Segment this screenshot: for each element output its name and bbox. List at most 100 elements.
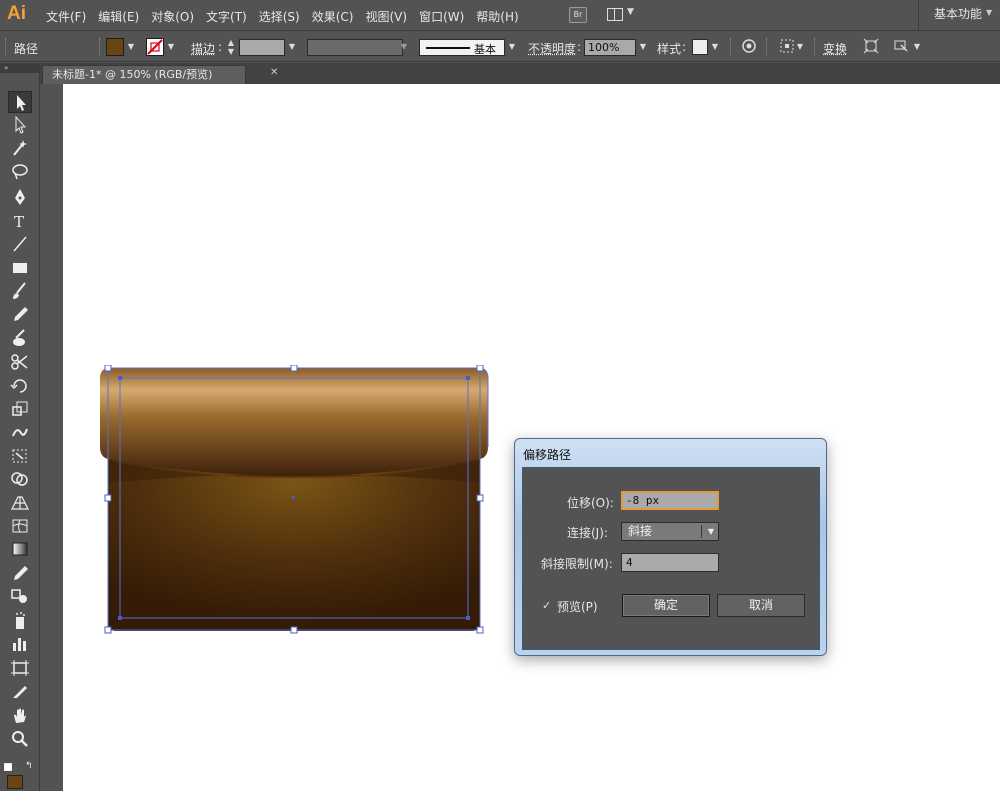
mesh-icon xyxy=(12,519,28,533)
variable-width-profile[interactable] xyxy=(307,39,403,56)
menu-view[interactable]: 视图(V) xyxy=(365,8,407,25)
hand-tool[interactable] xyxy=(8,705,32,727)
menu-effect[interactable]: 效果(C) xyxy=(312,8,354,25)
menu-type[interactable]: 文字(T) xyxy=(206,8,247,25)
tools-panel: » T ↰ xyxy=(0,63,40,791)
document-tab-title: 未标题-1* @ 150% (RGB/预览) xyxy=(52,68,213,81)
free-transform-tool[interactable] xyxy=(8,445,32,467)
shape-builder-tool[interactable] xyxy=(8,468,32,490)
fill-color-swatch[interactable] xyxy=(106,38,124,56)
selected-artwork[interactable] xyxy=(96,365,492,637)
stroke-weight-stepper[interactable]: ▲ ▼ xyxy=(225,38,237,56)
lasso-icon xyxy=(12,164,28,180)
document-tab[interactable]: 未标题-1* @ 150% (RGB/预览) xyxy=(42,65,246,84)
warp-tool[interactable] xyxy=(8,421,32,443)
ok-button[interactable]: 确定 xyxy=(622,594,710,617)
opacity-field[interactable]: 100% xyxy=(584,39,636,56)
menu-bar: Ai 文件(F) 编辑(E) 对象(O) 文字(T) 选择(S) 效果(C) 视… xyxy=(0,0,1000,31)
pencil-tool[interactable] xyxy=(8,303,32,325)
swap-colors-icon[interactable]: ↰ xyxy=(25,761,33,771)
menu-select[interactable]: 选择(S) xyxy=(259,8,300,25)
chevron-down-icon[interactable]: ▼ xyxy=(911,38,923,56)
stroke-none-swatch[interactable] xyxy=(146,38,164,56)
panel-divider xyxy=(730,38,732,56)
type-tool[interactable]: T xyxy=(8,210,32,232)
isolate-icon[interactable] xyxy=(862,38,880,56)
chevron-down-icon: ▼ xyxy=(707,527,714,536)
symbol-sprayer-icon xyxy=(16,612,25,629)
menu-help[interactable]: 帮助(H) xyxy=(476,8,518,25)
scissors-tool[interactable] xyxy=(8,351,32,373)
chevron-down-icon[interactable]: ▼ xyxy=(125,38,137,56)
opacity-label[interactable]: 不透明度 xyxy=(528,40,576,57)
artboard-tool[interactable] xyxy=(8,657,32,679)
close-icon[interactable]: ✕ xyxy=(270,67,278,78)
transform-link[interactable]: 变换 xyxy=(823,40,847,57)
direct-selection-tool[interactable] xyxy=(8,114,32,136)
recolor-artwork-icon[interactable] xyxy=(740,38,758,56)
mesh-tool[interactable] xyxy=(8,515,32,537)
dialog-title: 偏移路径 xyxy=(523,448,572,462)
blend-tool[interactable] xyxy=(8,585,32,607)
perspective-grid-tool[interactable] xyxy=(8,492,32,514)
stroke-label[interactable]: 描边 xyxy=(191,40,215,57)
zoom-tool[interactable] xyxy=(8,728,32,750)
bridge-button[interactable]: Br xyxy=(569,7,587,23)
cancel-button[interactable]: 取消 xyxy=(717,594,805,617)
artboard-icon xyxy=(11,660,29,676)
fill-stroke-swatches[interactable]: ↰ xyxy=(4,761,36,789)
preview-label[interactable]: 预览(P) xyxy=(557,598,598,615)
app-logo: Ai xyxy=(7,3,26,24)
chevron-down-icon[interactable]: ▼ xyxy=(709,38,721,56)
menu-edit[interactable]: 编辑(E) xyxy=(98,8,139,25)
gradient-icon xyxy=(12,542,28,556)
brush-definition-field[interactable]: 基本 xyxy=(419,39,505,56)
preview-checkbox[interactable]: ✓ xyxy=(542,600,553,611)
selection-tool[interactable] xyxy=(8,91,32,113)
blob-brush-icon xyxy=(13,329,25,346)
chevron-down-icon[interactable]: ▼ xyxy=(637,38,649,56)
fill-color-box[interactable] xyxy=(7,775,23,789)
blob-brush-tool[interactable] xyxy=(8,327,32,349)
panel-menu-icon[interactable] xyxy=(892,38,910,56)
symbol-sprayer-tool[interactable] xyxy=(8,610,32,632)
pen-tool[interactable] xyxy=(8,186,32,208)
scissors-icon xyxy=(11,354,28,370)
chevron-down-icon[interactable]: ▼ xyxy=(506,38,518,56)
workspace-switcher[interactable]: 基本功能 xyxy=(918,0,990,31)
chevron-down-icon[interactable]: ▼ xyxy=(794,38,806,56)
warp-icon xyxy=(12,428,28,437)
panel-grip xyxy=(99,38,101,56)
menu-object[interactable]: 对象(O) xyxy=(151,8,194,25)
lasso-tool[interactable] xyxy=(8,161,32,183)
rectangle-tool[interactable] xyxy=(8,257,32,279)
chevron-down-icon[interactable]: ▼ xyxy=(165,38,177,56)
gradient-tool[interactable] xyxy=(8,538,32,560)
default-colors-icon[interactable] xyxy=(4,763,12,771)
slice-tool[interactable] xyxy=(8,681,32,703)
column-graph-tool[interactable] xyxy=(8,633,32,655)
none-slash-icon xyxy=(147,39,163,55)
graphic-style-swatch[interactable] xyxy=(692,39,708,55)
type-icon: T xyxy=(14,213,24,231)
menu-file[interactable]: 文件(F) xyxy=(46,8,86,25)
arrange-documents-button[interactable]: ▼ xyxy=(607,7,635,23)
chevron-down-icon[interactable]: ▼ xyxy=(286,38,298,56)
box-lid xyxy=(100,368,488,476)
collapse-panel-icon[interactable]: » xyxy=(0,63,40,73)
panel-grip[interactable] xyxy=(5,38,7,56)
rotate-tool[interactable] xyxy=(8,375,32,397)
line-segment-tool[interactable] xyxy=(8,233,32,255)
menu-window[interactable]: 窗口(W) xyxy=(419,8,464,25)
rotate-icon xyxy=(10,379,27,393)
zoom-icon xyxy=(12,731,28,747)
eyedropper-tool[interactable] xyxy=(8,562,32,584)
stroke-weight-field[interactable] xyxy=(239,39,285,56)
offset-input[interactable]: -8 px xyxy=(621,491,719,510)
scale-tool[interactable] xyxy=(8,398,32,420)
join-select[interactable]: 斜接 ▼ xyxy=(621,522,719,541)
magic-wand-tool[interactable] xyxy=(8,137,32,159)
offset-path-dialog: 偏移路径 位移(O): -8 px 连接(J): 斜接 ▼ 斜接限制(M): 4… xyxy=(514,438,827,656)
paintbrush-tool[interactable] xyxy=(8,280,32,302)
miter-limit-input[interactable]: 4 xyxy=(621,553,719,572)
